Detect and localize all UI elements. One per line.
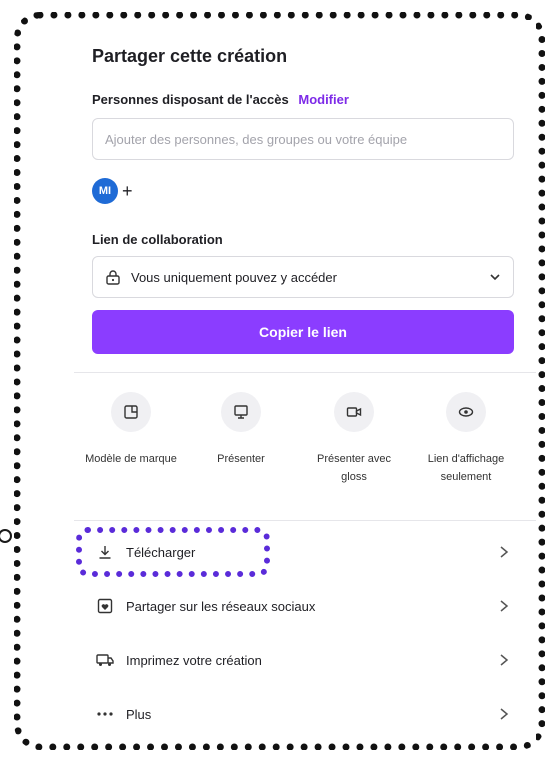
brand-template-icon bbox=[111, 392, 151, 432]
option-label: Lien d'affichage seulement bbox=[427, 453, 505, 483]
view-link-icon bbox=[446, 392, 486, 432]
option-label: Présenter avec gloss bbox=[317, 453, 391, 483]
chevron-down-icon bbox=[490, 274, 500, 281]
download-highlight bbox=[76, 527, 270, 577]
share-panel: Partager cette création Personnes dispos… bbox=[74, 20, 536, 742]
access-row: Personnes disposant de l'accès Modifier bbox=[92, 92, 349, 107]
print-icon bbox=[96, 651, 114, 669]
add-people-input[interactable] bbox=[92, 118, 514, 160]
social-share-label: Partager sur les réseaux sociaux bbox=[126, 598, 316, 614]
print-label: Imprimez votre création bbox=[126, 652, 262, 668]
pointer-marker bbox=[0, 529, 12, 543]
panel-title: Partager cette création bbox=[92, 46, 288, 66]
more-icon bbox=[96, 705, 114, 723]
more-label: Plus bbox=[126, 706, 152, 722]
avatar[interactable]: MI bbox=[92, 178, 118, 204]
chevron-right-icon bbox=[500, 654, 509, 666]
more-row[interactable]: Plus bbox=[96, 692, 516, 736]
present-record-icon bbox=[334, 392, 374, 432]
option-view-link[interactable]: Lien d'affichage seulement bbox=[416, 392, 516, 486]
option-present-record[interactable]: Présenter avec gloss bbox=[304, 392, 404, 486]
access-select[interactable]: Vous uniquement pouvez y accéder bbox=[92, 256, 514, 298]
print-row[interactable]: Imprimez votre création bbox=[96, 638, 516, 682]
lock-icon bbox=[106, 270, 120, 285]
option-present[interactable]: Présenter bbox=[191, 392, 291, 468]
social-share-icon bbox=[96, 597, 114, 615]
modify-link[interactable]: Modifier bbox=[298, 92, 349, 107]
social-share-row[interactable]: Partager sur les réseaux sociaux bbox=[96, 584, 516, 628]
copy-link-button[interactable]: Copier le lien bbox=[92, 310, 514, 354]
add-person-button[interactable]: + bbox=[122, 178, 133, 204]
access-select-value: Vous uniquement pouvez y accéder bbox=[131, 269, 337, 285]
present-icon bbox=[221, 392, 261, 432]
option-label: Présenter bbox=[217, 453, 265, 465]
chevron-right-icon bbox=[500, 546, 509, 558]
chevron-right-icon bbox=[500, 600, 509, 612]
divider bbox=[74, 520, 536, 521]
option-brand-template[interactable]: Modèle de marque bbox=[81, 392, 181, 468]
option-label: Modèle de marque bbox=[85, 453, 177, 465]
chevron-right-icon bbox=[500, 708, 509, 720]
divider bbox=[74, 372, 536, 373]
access-label: Personnes disposant de l'accès bbox=[92, 92, 289, 107]
collab-link-label: Lien de collaboration bbox=[92, 232, 223, 247]
